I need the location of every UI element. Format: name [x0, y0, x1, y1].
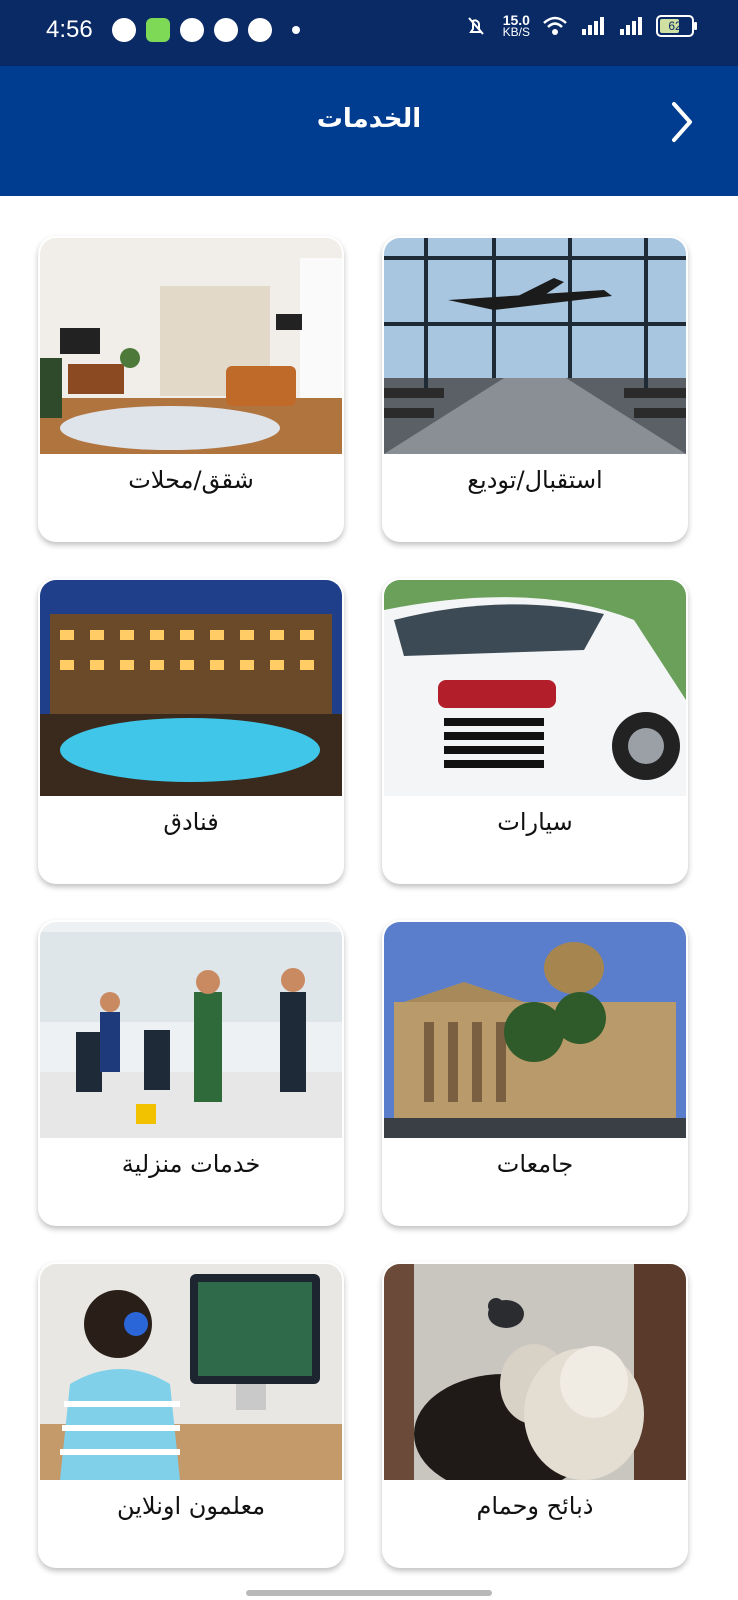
messages-icon	[146, 18, 170, 42]
wifi-icon	[543, 16, 567, 35]
viber-icon	[214, 18, 238, 42]
network-speed: 15.0 KB/S	[502, 13, 530, 39]
hotel-pool-night-photo	[40, 580, 342, 796]
service-card-home-services[interactable]: خدمات منزلية	[38, 920, 344, 1226]
airport-terminal-photo	[384, 238, 686, 454]
service-label: جامعات	[496, 1150, 574, 1178]
service-label: شقق/محلات	[128, 466, 254, 494]
whatsapp-icon	[112, 18, 136, 42]
status-app-icons	[112, 18, 300, 42]
service-card-hotels[interactable]: فنادق	[38, 578, 344, 884]
chevron-right-icon	[672, 102, 692, 142]
service-label: سيارات	[497, 808, 573, 836]
signal-icon	[582, 17, 604, 35]
sheep-and-pigeon-photo	[384, 1264, 686, 1480]
tiktok-icon	[180, 18, 204, 42]
page-title: الخدمات	[316, 104, 422, 134]
battery-icon: 62	[656, 15, 697, 37]
service-card-universities[interactable]: جامعات	[382, 920, 688, 1226]
service-card-reception[interactable]: استقبال/توديع	[382, 236, 688, 542]
service-card-livestock[interactable]: ذبائح وحمام	[382, 1262, 688, 1568]
service-label: استقبال/توديع	[467, 466, 603, 494]
service-card-cars[interactable]: سيارات	[382, 578, 688, 884]
service-label: معلمون اونلاين	[116, 1492, 266, 1520]
notification-dot-icon	[292, 26, 300, 34]
service-label: خدمات منزلية	[121, 1150, 261, 1178]
app-bar: الخدمات	[0, 66, 738, 196]
white-sports-car-photo	[384, 580, 686, 796]
child-online-class-photo	[40, 1264, 342, 1480]
service-card-online-teachers[interactable]: معلمون اونلاين	[38, 1262, 344, 1568]
apartment-living-room-photo	[40, 238, 342, 454]
network-speed-unit: KB/S	[502, 25, 530, 39]
home-indicator[interactable]	[246, 1590, 492, 1596]
pinwheel-icon	[248, 18, 272, 42]
status-time: 4:56	[46, 16, 93, 43]
service-label: ذبائح وحمام	[476, 1492, 594, 1520]
service-label: فنادق	[163, 808, 219, 836]
university-building-photo	[384, 922, 686, 1138]
status-bar: 4:56 15.0 KB/S 62	[0, 0, 738, 66]
back-button[interactable]	[660, 100, 704, 144]
cleaning-staff-photo	[40, 922, 342, 1138]
status-indicators: 15.0 KB/S 62	[461, 13, 697, 39]
service-card-apartments[interactable]: شقق/محلات	[38, 236, 344, 542]
signal-icon	[620, 17, 642, 35]
battery-level: 62	[668, 19, 682, 33]
mute-icon	[467, 17, 484, 35]
